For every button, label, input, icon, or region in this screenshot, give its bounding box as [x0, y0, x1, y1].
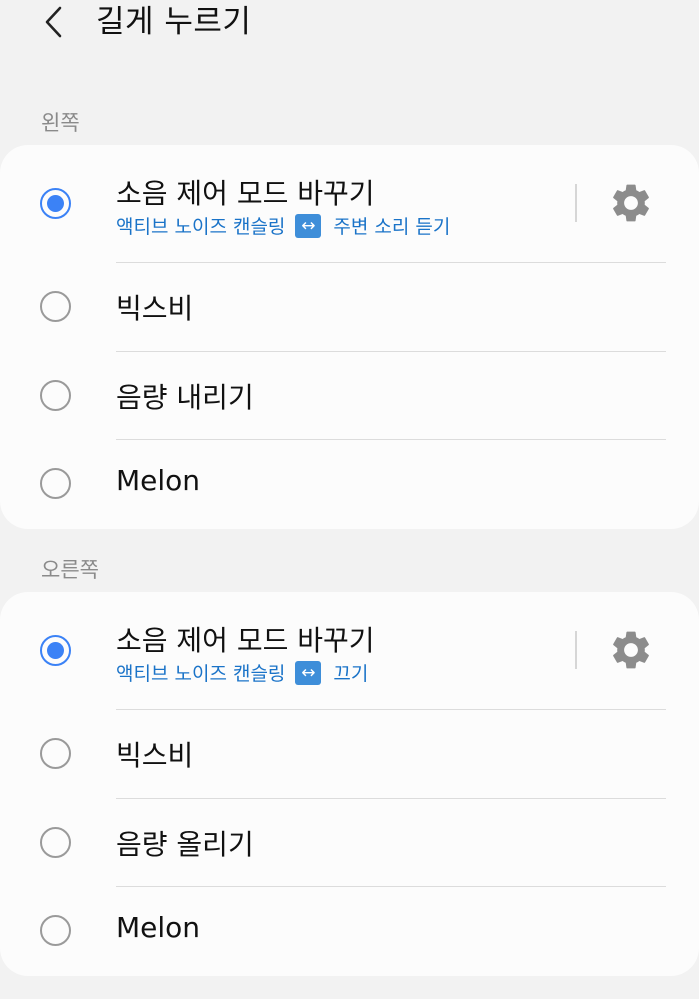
right-options-card: 소음 제어 모드 바꾸기 액티브 노이즈 캔슬링 ↔ 끄기 빅스비 음량 올리기… — [0, 592, 699, 976]
swap-icon: ↔ — [295, 213, 322, 238]
option-title: Melon — [116, 464, 201, 497]
option-subtitle: 액티브 노이즈 캔슬링 ↔ 주변 소리 듣기 — [116, 212, 450, 239]
radio-unselected[interactable] — [40, 915, 71, 946]
right-option-volume-up[interactable]: 음량 올리기 — [0, 799, 699, 887]
back-arrow-icon — [45, 6, 62, 38]
gear-icon[interactable] — [608, 627, 654, 673]
radio-unselected[interactable] — [40, 468, 71, 499]
left-option-melon[interactable]: Melon — [0, 440, 699, 529]
section-label-right: 오른쪽 — [41, 558, 99, 582]
subtitle-to: 끄기 — [333, 663, 369, 685]
right-option-melon[interactable]: Melon — [0, 887, 699, 976]
option-title: 빅스비 — [116, 292, 194, 325]
gear-icon[interactable] — [608, 180, 654, 226]
vertical-divider — [575, 631, 577, 669]
left-option-bixby[interactable]: 빅스비 — [0, 263, 699, 351]
app-header: 길게 누르기 — [0, 0, 699, 50]
subtitle-to: 주변 소리 듣기 — [333, 216, 451, 238]
option-title: 빅스비 — [116, 739, 194, 772]
section-label-left: 왼쪽 — [41, 111, 80, 135]
subtitle-from: 액티브 노이즈 캔슬링 — [116, 663, 286, 685]
radio-unselected[interactable] — [40, 827, 71, 858]
left-options-card: 소음 제어 모드 바꾸기 액티브 노이즈 캔슬링 ↔ 주변 소리 듣기 빅스비 … — [0, 145, 699, 529]
left-option-noise-control[interactable]: 소음 제어 모드 바꾸기 액티브 노이즈 캔슬링 ↔ 주변 소리 듣기 — [0, 145, 699, 262]
radio-unselected[interactable] — [40, 380, 71, 411]
option-subtitle: 액티브 노이즈 캔슬링 ↔ 끄기 — [116, 659, 368, 686]
right-option-bixby[interactable]: 빅스비 — [0, 710, 699, 798]
radio-unselected[interactable] — [40, 738, 71, 769]
left-option-volume-down[interactable]: 음량 내리기 — [0, 352, 699, 440]
page-title: 길게 누르기 — [96, 4, 252, 40]
radio-unselected[interactable] — [40, 291, 71, 322]
radio-selected[interactable] — [40, 188, 71, 219]
option-title: 소음 제어 모드 바꾸기 — [116, 177, 375, 210]
radio-selected[interactable] — [40, 635, 71, 666]
swap-icon: ↔ — [295, 660, 322, 685]
vertical-divider — [575, 184, 577, 222]
option-title: 음량 내리기 — [116, 381, 254, 414]
option-title: Melon — [116, 911, 201, 944]
option-title: 음량 올리기 — [116, 828, 254, 861]
right-option-noise-control[interactable]: 소음 제어 모드 바꾸기 액티브 노이즈 캔슬링 ↔ 끄기 — [0, 592, 699, 709]
subtitle-from: 액티브 노이즈 캔슬링 — [116, 216, 286, 238]
option-title: 소음 제어 모드 바꾸기 — [116, 624, 375, 657]
back-button[interactable] — [34, 2, 74, 42]
